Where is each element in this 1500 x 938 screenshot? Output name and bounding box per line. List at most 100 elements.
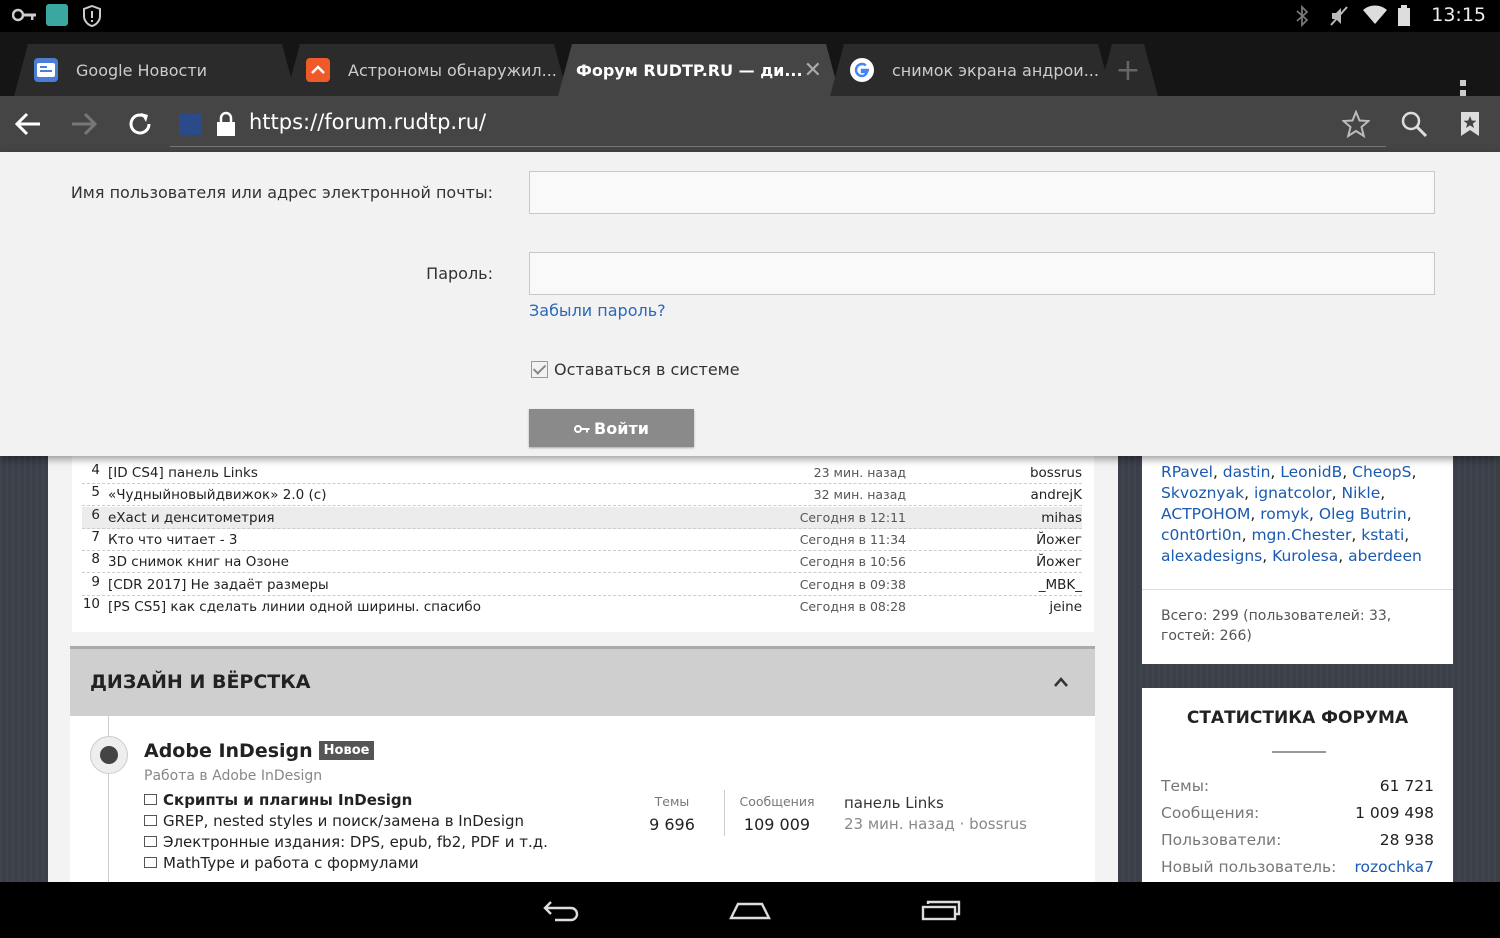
stat-row: Сообщения: 1 009 498 [1161, 804, 1434, 822]
alert-icon [82, 4, 102, 28]
status-bar: 13:15 [0, 0, 1500, 32]
nav-home-icon[interactable] [725, 894, 775, 926]
password-input[interactable] [529, 252, 1435, 295]
user-link[interactable]: CheopS [1352, 463, 1411, 481]
forgot-password-link[interactable]: Забыли пароль? [529, 301, 666, 320]
forum-statistics: СТАТИСТИКА ФОРУМА Темы: 61 721 Сообщения:… [1142, 688, 1453, 882]
login-button[interactable]: Войти [529, 409, 694, 447]
user-link[interactable]: RPavel [1161, 463, 1213, 481]
user-link[interactable]: alexadesigns [1161, 547, 1262, 565]
forum-icon [144, 836, 157, 847]
nav-recents-icon[interactable] [916, 894, 966, 926]
key-icon [11, 5, 36, 25]
stat-row: Темы: 61 721 [1161, 777, 1434, 795]
forum-icon [144, 794, 157, 805]
wifi-icon [1363, 5, 1388, 25]
newest-user-link[interactable]: rozochka7 [1354, 858, 1434, 876]
reload-icon[interactable] [122, 106, 158, 142]
news-icon [306, 58, 330, 82]
stat-row: Новый пользователь: rozochka7 [1161, 858, 1434, 876]
stats-title: СТАТИСТИКА ФОРУМА [1186, 708, 1409, 728]
user-link[interactable]: ACTPOHOM [1161, 505, 1250, 523]
tab-strip: Google Новости Астрономы обнаружил... Фо… [0, 32, 1500, 106]
search-icon[interactable] [1396, 106, 1432, 142]
online-users: RPavel, dastin, LeonidB, CheopS, Skvozny… [1142, 452, 1453, 664]
subforum-link[interactable]: Электронные издания: DPS, epub, fb2, PDF… [144, 833, 548, 851]
address-bar: https://forum.rudtp.ru/ [0, 96, 1500, 152]
subforum-link[interactable]: Скрипты и плагины InDesign [144, 791, 412, 809]
online-total: Всего: 299 (пользователей: 33, гостей: 2… [1161, 608, 1392, 644]
login-button-label: Войти [594, 418, 649, 438]
threads-count: 9 696 [649, 815, 695, 834]
user-link[interactable]: LeonidB [1280, 463, 1342, 481]
tab-google-search[interactable]: снимок экрана андрои... [830, 44, 1112, 96]
table-row[interactable]: 4 [ID CS4] панель Links 23 мин. назад bo… [82, 462, 1082, 484]
tab-label: Google Новости [76, 60, 208, 80]
app-icon [46, 4, 68, 26]
forum-node: Adobe InDesign Новое Работа в Adobe InDes… [70, 716, 1095, 882]
back-icon[interactable] [10, 106, 46, 142]
tab-label: Форум RUDTP.RU — ди... [576, 60, 803, 80]
lock-icon [208, 106, 244, 142]
forum-description: Работа в Adobe InDesign [144, 768, 323, 784]
unread-indicator-icon [90, 736, 128, 774]
posts-count: 109 009 [743, 815, 811, 834]
tab-label: Астрономы обнаружил... [348, 60, 557, 80]
remember-me-checkbox[interactable]: Оставаться в системе [531, 360, 740, 379]
battery-icon [1397, 5, 1417, 26]
tab-rudtp-forum[interactable]: Форум RUDTP.RU — ди... ✕ [558, 44, 840, 96]
user-link[interactable]: aberdeen [1348, 547, 1422, 565]
new-tab-button[interactable]: + [1098, 44, 1158, 96]
stat-row: Пользователи: 28 938 [1161, 831, 1434, 849]
star-icon[interactable] [1338, 106, 1374, 142]
forum-icon [144, 857, 157, 868]
user-link[interactable]: dastin [1223, 463, 1271, 481]
tab-label: снимок экрана андрои... [892, 60, 1099, 80]
user-link[interactable]: ignatcolor [1254, 484, 1332, 502]
table-row[interactable]: 5 «Чудныйновыйдвижок» 2.0 (с) 32 мин. на… [82, 484, 1082, 506]
table-row[interactable]: 7 Кто что читает - 3 Сегодня в 11:34 Йож… [82, 529, 1082, 551]
checkbox-checked-icon[interactable] [531, 361, 548, 378]
url-field[interactable]: https://forum.rudtp.ru/ [249, 110, 486, 134]
username-label: Имя пользователя или адрес электронной п… [70, 183, 493, 202]
user-link[interactable]: Oleg Butrin [1319, 505, 1407, 523]
user-link[interactable]: c0nt0rti0n [1161, 526, 1242, 544]
table-row[interactable]: 9 [CDR 2017] Не задаёт размеры Сегодня в… [82, 574, 1082, 596]
google-news-icon [34, 58, 58, 82]
user-link[interactable]: Kurolesa [1272, 547, 1338, 565]
forum-title[interactable]: Adobe InDesign [144, 740, 313, 762]
login-panel: Имя пользователя или адрес электронной п… [0, 152, 1500, 456]
user-link[interactable]: kstati [1361, 526, 1404, 544]
remember-label: Оставаться в системе [554, 360, 740, 379]
section-title: ДИЗАЙН И ВЁРСТКА [90, 671, 311, 693]
tab-astronomy[interactable]: Астрономы обнаружил... [286, 44, 568, 96]
section-header[interactable]: ДИЗАЙН И ВЁРСТКА [70, 646, 1095, 716]
user-link[interactable]: mgn.Chester [1251, 526, 1351, 544]
mute-icon [1329, 5, 1349, 26]
chevron-up-icon[interactable] [1053, 669, 1069, 693]
site-favicon-icon [172, 106, 208, 142]
threads-label: Темы [654, 794, 690, 809]
user-link[interactable]: romyk [1260, 505, 1309, 523]
user-link[interactable]: Nikle [1342, 484, 1381, 502]
forum-icon [144, 815, 157, 826]
table-row[interactable]: 10 [PS CS5] как сделать линии одной шири… [82, 596, 1082, 618]
close-tab-icon[interactable]: ✕ [804, 58, 822, 83]
nav-back-icon[interactable] [536, 894, 586, 926]
table-row[interactable]: 6 eXact и денситометрия Сегодня в 12:11 … [82, 507, 1082, 529]
last-post-title[interactable]: панель Links [844, 794, 944, 812]
password-label: Пароль: [426, 264, 493, 283]
subforum-link[interactable]: GREP, nested styles и поиск/замена в InD… [144, 812, 524, 830]
username-input[interactable] [529, 171, 1435, 214]
google-icon [850, 58, 874, 82]
last-post-meta: 23 мин. назад · bossrus [844, 815, 1027, 833]
tab-google-news[interactable]: Google Новости [14, 44, 296, 96]
user-link[interactable]: Skvoznyak [1161, 484, 1244, 502]
recent-threads: 4 [ID CS4] панель Links 23 мин. назад bo… [72, 452, 1094, 632]
table-row[interactable]: 8 3D снимок книг на Озоне Сегодня в 10:5… [82, 551, 1082, 573]
navigation-bar [0, 882, 1500, 938]
posts-label: Сообщения [739, 794, 815, 809]
forward-icon[interactable] [66, 106, 102, 142]
bookmarks-icon[interactable] [1452, 106, 1488, 142]
subforum-link[interactable]: MathType и работа с формулами [144, 854, 419, 872]
